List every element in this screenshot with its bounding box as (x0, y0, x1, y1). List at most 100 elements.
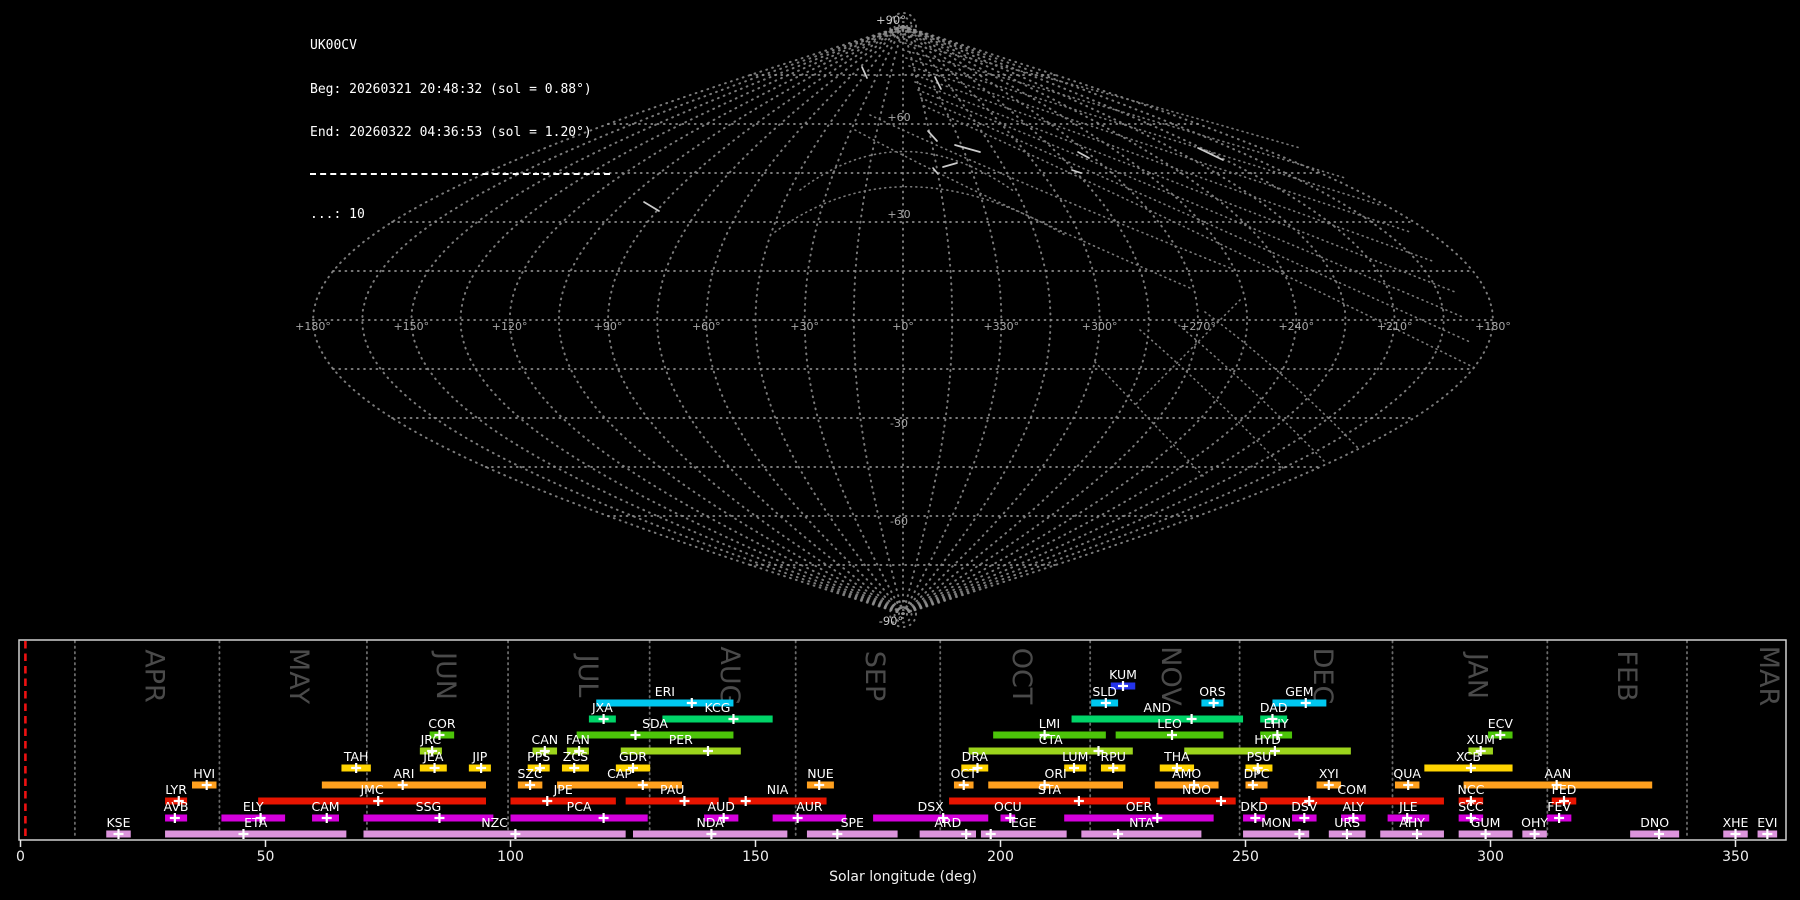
shower-label-JLE: JLE (1398, 799, 1418, 814)
shower-bar-JMC (258, 797, 486, 805)
shower-label-SDA: SDA (642, 716, 668, 731)
shower-label-DAD: DAD (1260, 700, 1288, 715)
shower-label-DPC: DPC (1244, 766, 1270, 781)
shower-label-DNO: DNO (1640, 815, 1669, 830)
shower-label-DRA: DRA (962, 749, 989, 764)
shower-label-LEO: LEO (1157, 716, 1182, 731)
shower-bar-JPE (510, 797, 616, 805)
shower-label-AMO: AMO (1172, 766, 1201, 781)
shower-label-CAN: CAN (531, 732, 558, 747)
meteor-radiant-screen: +90° -90° +180° +150° +120° +90° +60° +30° +0° +3… (0, 0, 1800, 900)
shower-label-KUM: KUM (1109, 667, 1137, 682)
month-label-NOV: NOV (1155, 646, 1186, 706)
shower-label-FEV: FEV (1547, 799, 1571, 814)
shower-label-EVI: EVI (1757, 815, 1777, 830)
begin-time-line: Beg: 20260321 20:48:32 (sol = 0.88°) (310, 81, 592, 97)
shower-bar-AUR (772, 814, 847, 822)
x-tick-label-300: 300 (1477, 849, 1504, 865)
shower-bar-NZC (363, 830, 626, 838)
shower-label-SPE: SPE (841, 815, 864, 830)
shower-label-NIA: NIA (767, 782, 789, 797)
shower-label-AUR: AUR (796, 799, 823, 814)
shower-label-NTA: NTA (1129, 815, 1154, 830)
end-time-line: End: 20260322 04:36:53 (sol = 1.20°) (310, 125, 592, 140)
shower-label-PER: PER (669, 732, 693, 747)
shower-label-TAH: TAH (343, 749, 369, 764)
shower-label-SLD: SLD (1092, 684, 1117, 699)
shower-label-SSG: SSG (416, 799, 442, 814)
shower-label-OHY: OHY (1521, 815, 1548, 830)
shower-label-AAN: AAN (1544, 766, 1571, 781)
shower-label-KSE: KSE (106, 815, 130, 830)
shower-label-JEA: JEA (422, 749, 444, 764)
shower-bar-STA (949, 797, 1150, 805)
x-axis-title: Solar longitude (deg) (829, 869, 977, 885)
shower-label-PAU: PAU (660, 782, 684, 797)
shower-label-ORS: ORS (1199, 684, 1226, 699)
x-tick-label-250: 250 (1232, 849, 1259, 865)
shower-label-DKD: DKD (1240, 799, 1267, 814)
shower-label-COM: COM (1337, 782, 1366, 797)
month-label-APR: APR (138, 649, 169, 703)
shower-label-AVB: AVB (164, 799, 189, 814)
shower-label-LYR: LYR (165, 782, 187, 797)
shower-bar-PCA (510, 814, 648, 822)
shower-label-QUA: QUA (1393, 766, 1421, 781)
shower-label-CAM: CAM (311, 799, 339, 814)
shower-bar-SDA (576, 731, 734, 739)
shower-label-AHY: AHY (1399, 815, 1425, 830)
x-tick-label-200: 200 (987, 849, 1014, 865)
x-tick-label-100: 100 (497, 849, 524, 865)
shower-label-XHE: XHE (1723, 815, 1749, 830)
shower-label-ELY: ELY (243, 799, 264, 814)
shower-label-JRC: JRC (420, 732, 442, 747)
shower-label-AUD: AUD (708, 799, 735, 814)
shower-label-NDA: NDA (697, 815, 725, 830)
shower-label-LUM: LUM (1062, 749, 1088, 764)
month-label-JUN: JUN (430, 650, 461, 700)
shower-label-MON: MON (1261, 815, 1291, 830)
month-label-MAY: MAY (283, 648, 314, 705)
shower-label-PSU: PSU (1247, 749, 1272, 764)
shower-label-CTA: CTA (1039, 732, 1063, 747)
shower-label-FAN: FAN (566, 732, 590, 747)
month-label-OCT: OCT (1006, 648, 1037, 705)
month-label-JAN: JAN (1461, 651, 1492, 699)
shower-label-HVI: HVI (193, 766, 215, 781)
shower-label-LMI: LMI (1039, 716, 1060, 731)
shower-label-GDR: GDR (619, 749, 647, 764)
shower-activity-timeline: APR MAY JUN JUL AUG SEP OCT NOV DEC JAN FEB MARKUME… (16, 639, 1787, 885)
shower-label-ETA: ETA (244, 815, 268, 830)
month-label-FEB: FEB (1611, 650, 1642, 701)
shower-label-ARI: ARI (393, 766, 414, 781)
shower-label-ALY: ALY (1343, 799, 1365, 814)
shower-label-SCC: SCC (1458, 799, 1484, 814)
shower-label-JMC: JMC (359, 782, 383, 797)
shower-label-ZCS: ZCS (563, 749, 588, 764)
shower-label-ERI: ERI (655, 684, 675, 699)
shower-label-ORI: ORI (1045, 766, 1067, 781)
shower-label-CAP: CAP (607, 766, 632, 781)
shower-label-STA: STA (1038, 782, 1062, 797)
shower-bar-NTA (1081, 830, 1202, 838)
shower-label-EHY: EHY (1264, 716, 1289, 731)
shower-bar-DSX (873, 814, 989, 822)
shower-label-XUM: XUM (1466, 732, 1495, 747)
shower-label-AND: AND (1144, 700, 1172, 715)
shower-label-JXA: JXA (591, 700, 613, 715)
station-id: UK00CV (310, 38, 357, 53)
shower-label-XCB: XCB (1456, 749, 1481, 764)
x-tick-label-50: 50 (257, 849, 275, 865)
shower-label-JIP: JIP (471, 749, 487, 764)
month-label-AUG: AUG (714, 646, 745, 705)
shower-label-THA: THA (1163, 749, 1190, 764)
shower-bar-SPE (806, 830, 898, 838)
shower-bar-PAU (625, 797, 719, 805)
shower-label-PCA: PCA (567, 799, 592, 814)
shower-label-HYD: HYD (1254, 732, 1281, 747)
observation-info: UK00CV Beg: 20260321 20:48:32 (sol = 0.8… (310, 10, 610, 251)
shower-label-ARD: ARD (934, 815, 961, 830)
month-label-JUL: JUL (572, 653, 603, 698)
shower-label-KCG: KCG (705, 700, 731, 715)
month-label-SEP: SEP (859, 651, 890, 701)
